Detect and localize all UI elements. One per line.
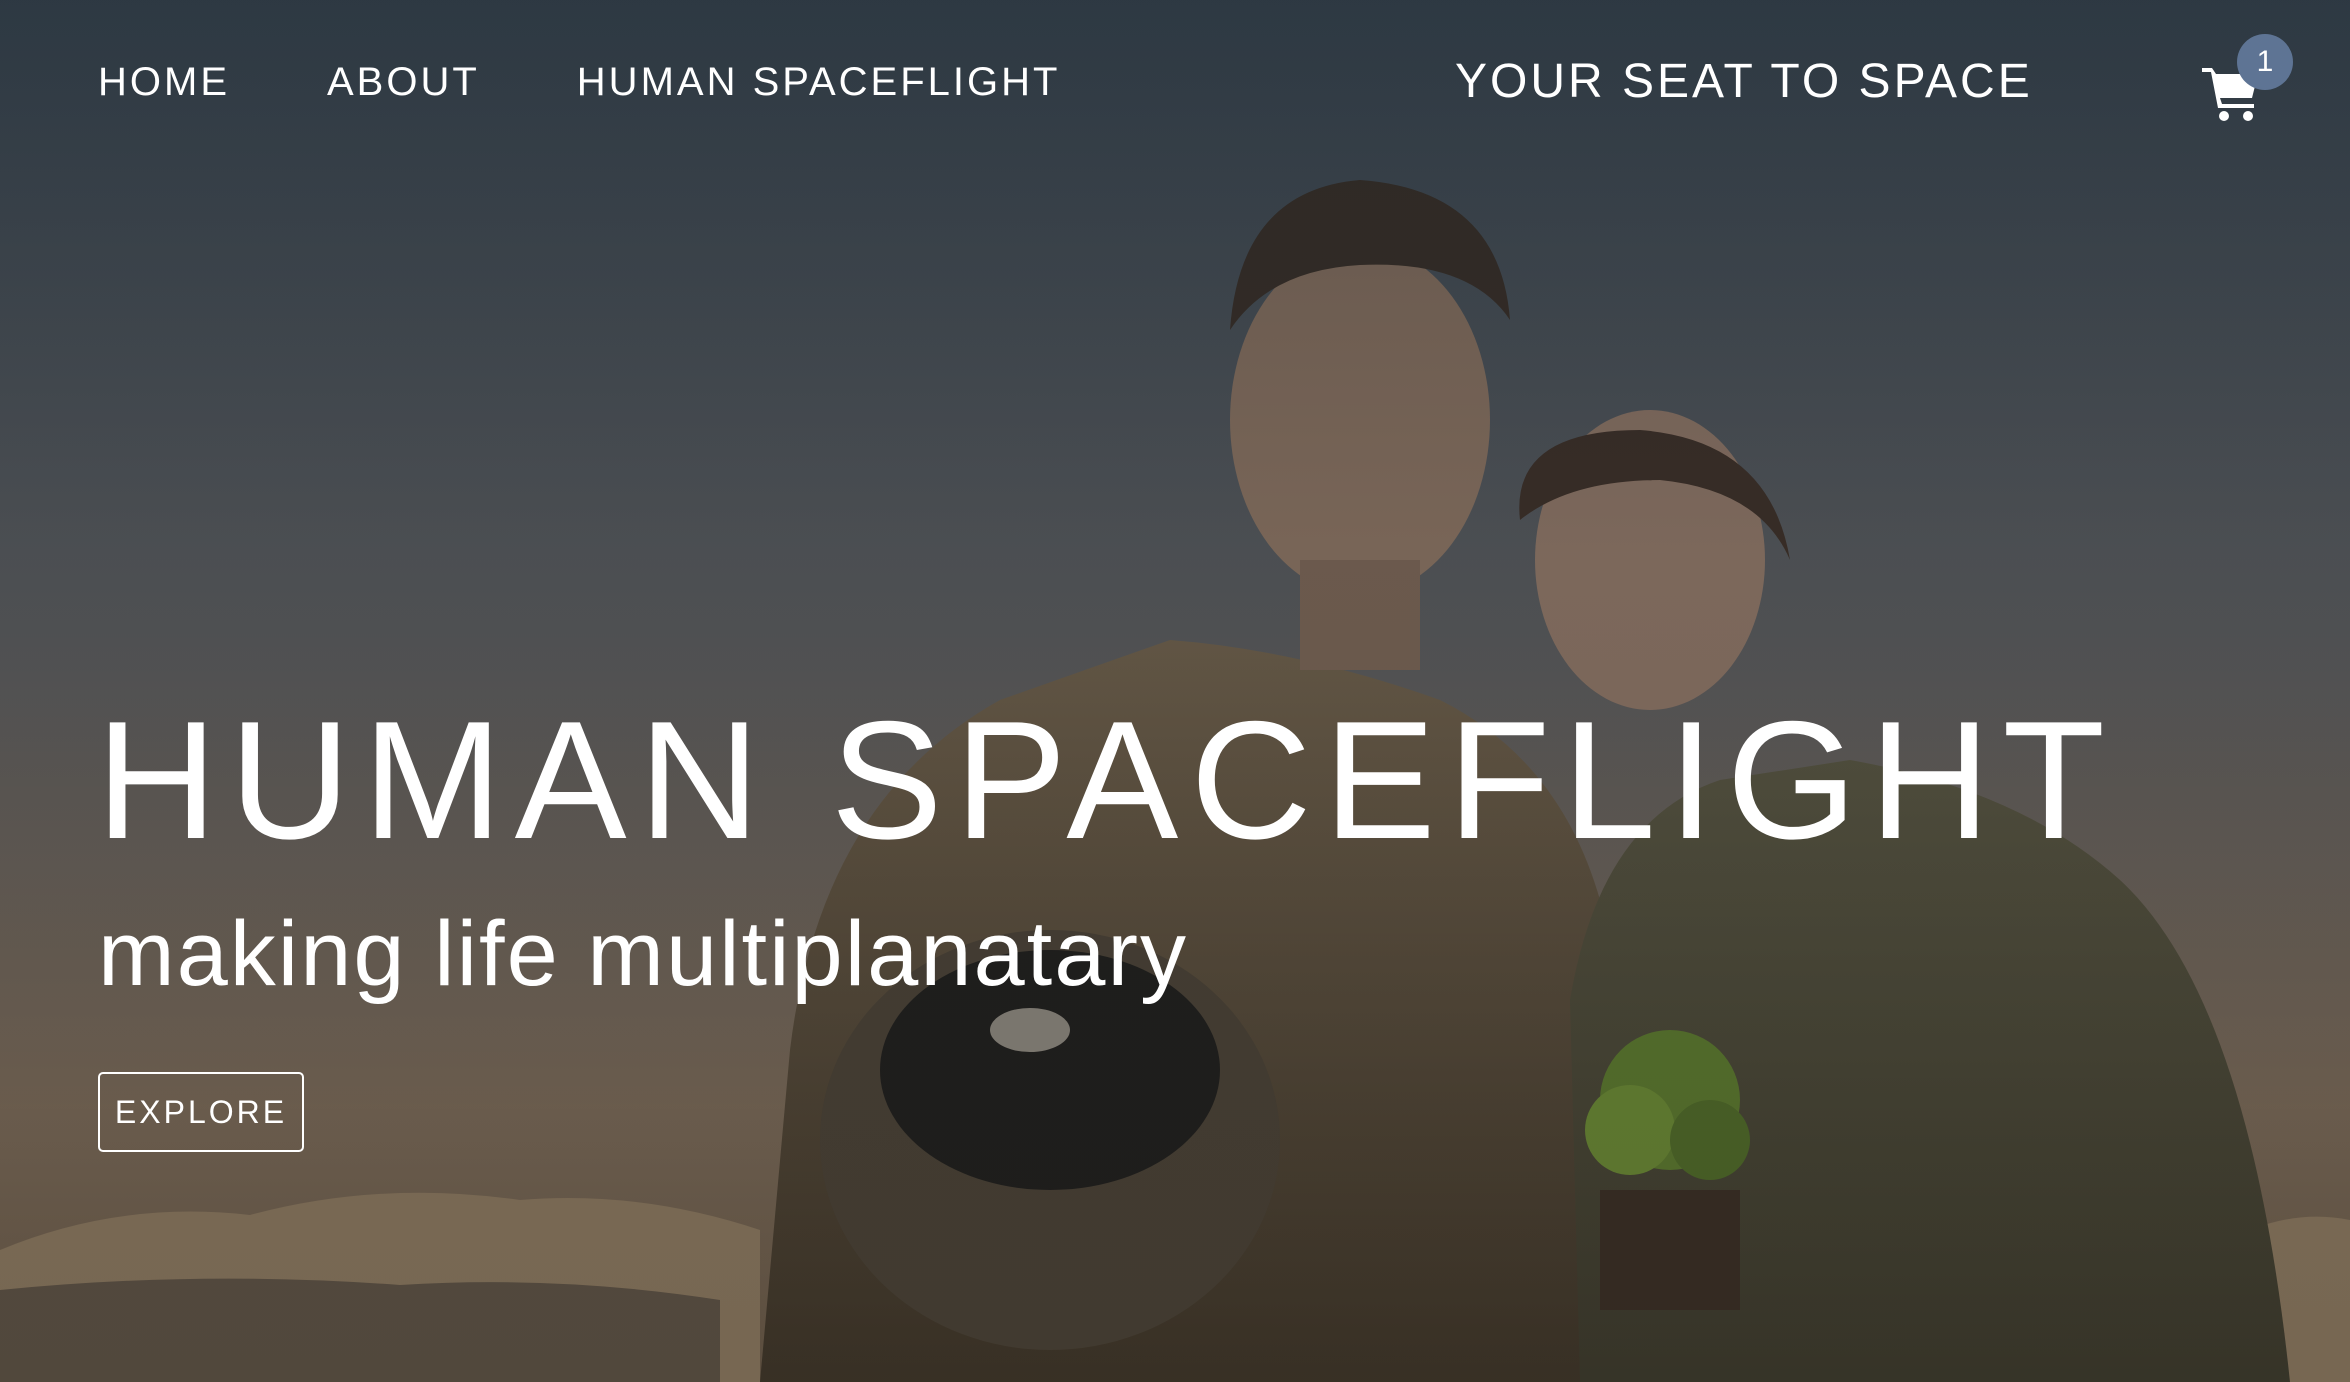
hero-title: HUMAN SPACEFLIGHT xyxy=(96,686,2118,874)
explore-button[interactable]: EXPLORE xyxy=(98,1072,304,1152)
hero-subtitle: making life multiplanatary xyxy=(98,903,1189,1005)
main-nav: HOME ABOUT HUMAN SPACEFLIGHT xyxy=(98,58,1157,106)
nav-link-home[interactable]: HOME xyxy=(98,58,230,106)
brand-title[interactable]: YOUR SEAT TO SPACE xyxy=(1455,54,2033,110)
hero-section: HOME ABOUT HUMAN SPACEFLIGHT YOUR SEAT T… xyxy=(0,0,2350,1382)
nav-link-about[interactable]: ABOUT xyxy=(327,58,480,106)
cart-count-badge: 1 xyxy=(2237,34,2293,90)
nav-link-human-spaceflight[interactable]: HUMAN SPACEFLIGHT xyxy=(577,58,1061,106)
